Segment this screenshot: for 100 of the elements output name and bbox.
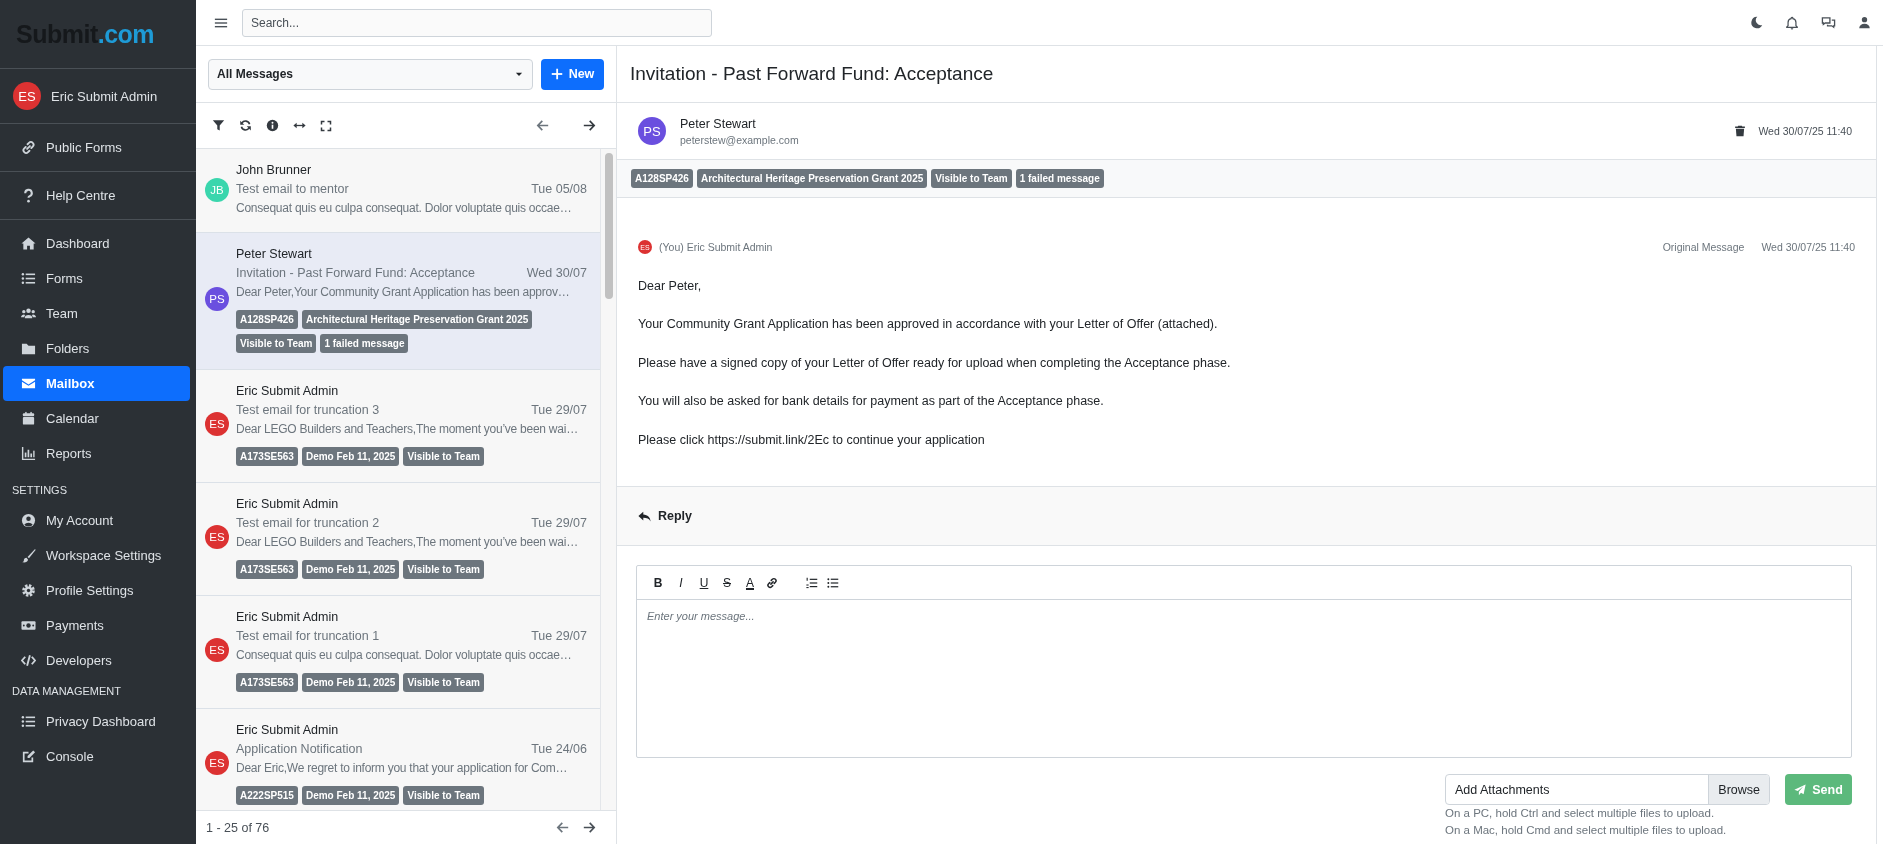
numbered-list-icon[interactable] xyxy=(806,576,818,589)
italic-button[interactable]: I xyxy=(674,575,688,590)
message-preview: Dear LEGO Builders and Teachers,The moment you’ve been wai… xyxy=(236,534,578,551)
tag: Demo Feb 11, 2025 xyxy=(301,673,400,692)
tag: Demo Feb 11, 2025 xyxy=(301,560,400,579)
avatar: PS xyxy=(205,287,229,311)
message-date: Wed 30/07/25 11:40 xyxy=(1761,241,1855,253)
sender-name: Eric Submit Admin xyxy=(236,496,339,513)
tag: Visible to Team xyxy=(403,560,484,579)
tag: A128SP426 xyxy=(236,310,298,329)
tag: 1 failed message xyxy=(1015,169,1104,188)
trash-icon[interactable] xyxy=(1734,125,1747,137)
message-subject: Application Notification xyxy=(236,741,363,758)
attachment-field[interactable]: Add Attachments Browse xyxy=(1445,774,1770,805)
scrollbar-thumb[interactable] xyxy=(604,153,613,299)
sidebar-item[interactable]: Mailbox xyxy=(3,366,190,401)
tag: Visible to Team xyxy=(236,334,317,353)
reply-button[interactable]: Reply xyxy=(638,509,693,523)
sidebar-item[interactable]: Help Centre xyxy=(3,178,190,213)
filter-icon[interactable] xyxy=(212,119,225,132)
sidebar-item[interactable]: Workspace Settings xyxy=(3,538,190,573)
sidebar-item[interactable]: Dashboard xyxy=(3,226,190,261)
message-paragraph: Please have a signed copy of your Letter of Offer ready for upload when completing the Acceptance phase. xyxy=(638,354,1232,372)
tag: A173SE563 xyxy=(236,673,298,692)
avatar: ES xyxy=(13,82,41,110)
tag: Demo Feb 11, 2025 xyxy=(301,786,400,805)
tag: Demo Feb 11, 2025 xyxy=(301,447,400,466)
message-date: Wed 30/07 xyxy=(526,265,587,282)
bullet-list-icon[interactable] xyxy=(827,576,839,589)
message-preview: Consequat quis eu culpa consequat. Dolor voluptate quis occae… xyxy=(236,200,572,217)
message-subject: Invitation - Past Forward Fund: Acceptance xyxy=(236,265,475,282)
gear-icon xyxy=(21,583,36,598)
bar-chart-icon xyxy=(21,446,36,461)
sidebar-item[interactable]: Reports xyxy=(3,436,190,471)
message-item[interactable]: ES Eric Submit Admin Test email for truncation 2 Tue 29/07 Dear LEGO Builders and Teachers,The moment you’ve been wai… A173SE563 Demo Feb 11, 2025 Visible to Team xyxy=(196,483,600,596)
message-date: Tue 05/08 xyxy=(531,181,587,198)
question-icon xyxy=(21,188,36,203)
message-date: Tue 24/06 xyxy=(531,741,587,758)
arrow-right-icon[interactable] xyxy=(583,821,596,834)
bold-button[interactable]: B xyxy=(651,575,665,590)
expand-icon[interactable] xyxy=(320,119,332,132)
sidebar-item[interactable]: Public Forms xyxy=(3,130,190,165)
link-icon[interactable] xyxy=(766,576,778,589)
avatar: JB xyxy=(205,177,229,202)
sender-name: Eric Submit Admin xyxy=(236,722,339,739)
arrow-left-icon[interactable] xyxy=(556,821,569,834)
tag: Visible to Team xyxy=(403,673,484,692)
search-field[interactable]: Search... xyxy=(242,8,712,37)
sidebar-item[interactable]: Calendar xyxy=(3,401,190,436)
sidebar-item[interactable]: My Account xyxy=(3,503,190,538)
avatar: ES xyxy=(205,412,229,436)
link-icon xyxy=(21,140,36,155)
sender-name: Peter Stewart xyxy=(236,246,312,263)
chat-icon[interactable] xyxy=(1821,15,1836,30)
tag: A222SP515 xyxy=(236,786,298,805)
sidebar-item[interactable]: Payments xyxy=(3,608,190,643)
message-paragraph: Dear Peter, xyxy=(638,277,703,295)
message-editor[interactable]: B I U S A Enter your message... xyxy=(636,565,1852,758)
message-item[interactable]: ES Eric Submit Admin Test email for truncation 3 Tue 29/07 Dear LEGO Builders and Teachers,The moment you’ve been wai… A173SE563 Demo Feb 11, 2025 Visible to Team xyxy=(196,370,600,483)
sidebar-item[interactable]: Privacy Dashboard xyxy=(3,704,190,739)
banknote-icon xyxy=(21,618,36,633)
message-input[interactable]: Enter your message... xyxy=(637,600,1851,757)
arrow-right-icon[interactable] xyxy=(583,119,596,132)
sender-name: John Brunner xyxy=(236,162,312,179)
browse-button[interactable]: Browse xyxy=(1708,775,1769,804)
message-item[interactable]: JB John Brunner Test email to mentor Tue 05/08 Consequat quis eu culpa consequat. Dolor voluptate quis occae… xyxy=(196,149,600,233)
tag: Visible to Team xyxy=(403,447,484,466)
filter-dropdown[interactable]: All Messages xyxy=(208,58,533,90)
arrow-left-icon[interactable] xyxy=(536,119,549,132)
message-item[interactable] xyxy=(196,233,600,370)
tag: Visible to Team xyxy=(403,786,484,805)
refresh-icon[interactable] xyxy=(239,119,252,132)
sidebar-item[interactable]: Team xyxy=(3,296,190,331)
message-subject: Test email to mentor xyxy=(236,181,349,198)
message-date: Tue 29/07 xyxy=(531,402,587,419)
message-subject: Test email for truncation 3 xyxy=(236,402,380,419)
message-item[interactable]: ES Eric Submit Admin Application Notification Tue 24/06 Dear Eric,We regret to inform you that your application for Com… A222SP515 Demo Feb 11, 2025 Visible to Team xyxy=(196,709,600,810)
sidebar-item[interactable]: Console xyxy=(3,739,190,774)
message-title: Invitation - Past Forward Fund: Acceptance xyxy=(617,46,1876,103)
sidebar-item[interactable]: Profile Settings xyxy=(3,573,190,608)
message-preview: Dear LEGO Builders and Teachers,The moment you’ve been wai… xyxy=(236,421,578,438)
user-name[interactable]: Eric Submit Admin xyxy=(51,88,158,104)
message-item[interactable]: ES Eric Submit Admin Test email for truncation 1 Tue 29/07 Consequat quis eu culpa consequat. Dolor voluptate quis occae… A173SE563 Demo Feb 11, 2025 Visible to Team xyxy=(196,596,600,709)
section-heading: DATA MANAGEMENT xyxy=(11,684,122,699)
strike-button[interactable]: S xyxy=(720,575,734,590)
tag: A173SE563 xyxy=(236,560,298,579)
underline-button[interactable]: U xyxy=(697,575,711,590)
user-icon[interactable] xyxy=(1858,16,1871,29)
sidebar-item[interactable]: Developers xyxy=(3,643,190,678)
avatar: ES xyxy=(205,525,229,549)
new-button[interactable]: New xyxy=(541,58,604,90)
bell-icon[interactable] xyxy=(1785,15,1799,30)
message-date: Wed 30/07/25 11:40 xyxy=(1758,125,1852,137)
tag: A128SP426 xyxy=(631,169,693,188)
color-button[interactable]: A xyxy=(743,575,757,590)
info-icon[interactable] xyxy=(266,119,279,132)
moon-icon[interactable] xyxy=(1750,16,1763,29)
sidebar-item[interactable]: Forms xyxy=(3,261,190,296)
sidebar-item[interactable]: Folders xyxy=(3,331,190,366)
message-paragraph: Please click https://submit.link/2Ec to continue your application xyxy=(638,431,986,449)
